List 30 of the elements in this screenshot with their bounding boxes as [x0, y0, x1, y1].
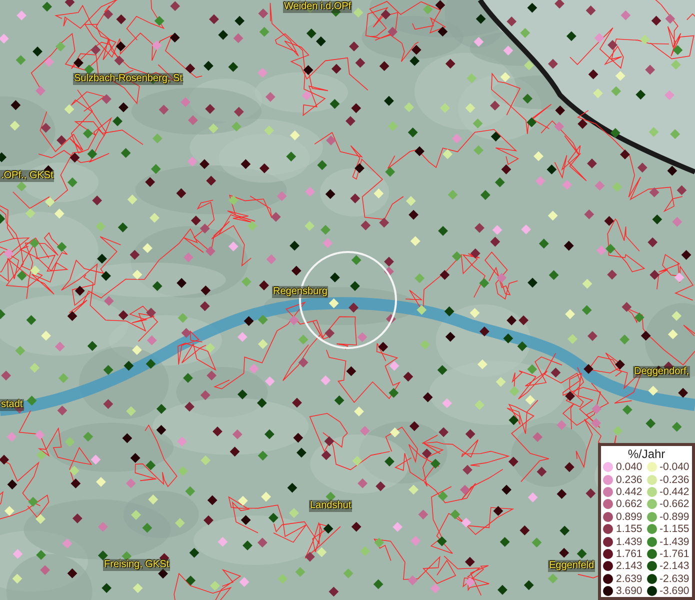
legend-value: -2.143 [660, 560, 690, 572]
legend-value: -0.899 [660, 510, 690, 523]
legend-value: -0.040 [660, 461, 690, 474]
legend-value: 1.761 [616, 548, 644, 560]
legend-value: 1.439 [616, 536, 644, 548]
legend-value: 0.040 [616, 461, 644, 474]
legend-value: 0.442 [616, 486, 644, 498]
place-label: .OPf., GKSt [0, 170, 54, 182]
legend-value: 0.236 [616, 474, 644, 486]
place-label: stadt [0, 399, 24, 410]
legend-value: 2.639 [616, 572, 644, 585]
legend-title: %/Jahr [626, 447, 666, 461]
place-label: Landshut [309, 500, 352, 512]
legend-value: 2.143 [616, 560, 644, 572]
legend-value: -1.155 [660, 523, 690, 536]
legend-value: -1.761 [660, 548, 690, 560]
legend-value: 0.662 [616, 498, 644, 510]
legend-value: -0.442 [660, 486, 690, 498]
legend-value: -0.236 [660, 474, 690, 486]
legend-value: -2.639 [660, 572, 690, 585]
place-label: Regensburg [272, 286, 328, 298]
place-label: Freising, GKSt [103, 559, 170, 570]
place-label: Weiden i.d.OPf [283, 1, 352, 12]
place-label: Eggenfeld [548, 560, 596, 572]
legend-value: 0.899 [616, 510, 644, 523]
legend-value: 1.155 [616, 523, 644, 536]
legend-value: -3.690 [660, 585, 690, 598]
legend-value: -1.439 [660, 536, 690, 548]
legend-value: -0.662 [660, 498, 690, 510]
legend-value: 3.690 [616, 585, 644, 598]
